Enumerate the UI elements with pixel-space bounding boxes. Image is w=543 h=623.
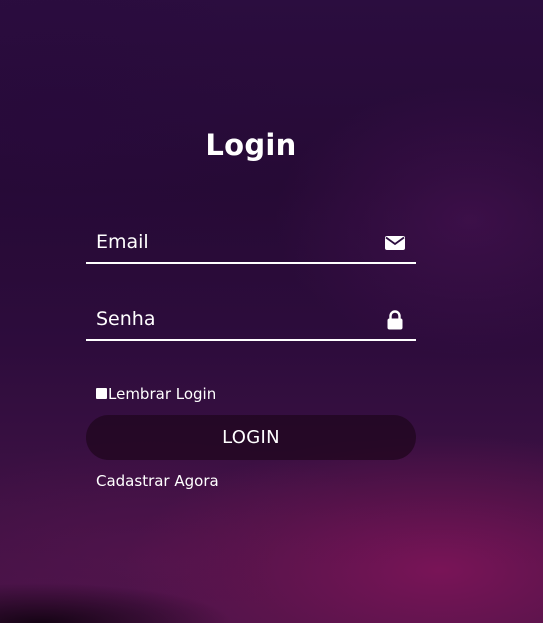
remember-login[interactable]: Lembrar Login bbox=[96, 385, 216, 403]
login-form: Login Email Senha Lembrar Login LOGIN Ca… bbox=[86, 0, 416, 623]
login-button[interactable]: LOGIN bbox=[86, 415, 416, 460]
email-input[interactable]: Email bbox=[96, 231, 149, 253]
password-input[interactable]: Senha bbox=[96, 308, 155, 330]
remember-checkbox[interactable] bbox=[96, 387, 107, 399]
register-link[interactable]: Cadastrar Agora bbox=[96, 472, 219, 490]
envelope-icon bbox=[384, 232, 406, 254]
email-field[interactable]: Email bbox=[86, 228, 416, 264]
login-title: Login bbox=[205, 128, 297, 162]
lock-icon bbox=[384, 309, 406, 331]
remember-label: Lembrar Login bbox=[108, 385, 217, 403]
password-field[interactable]: Senha bbox=[86, 305, 416, 341]
